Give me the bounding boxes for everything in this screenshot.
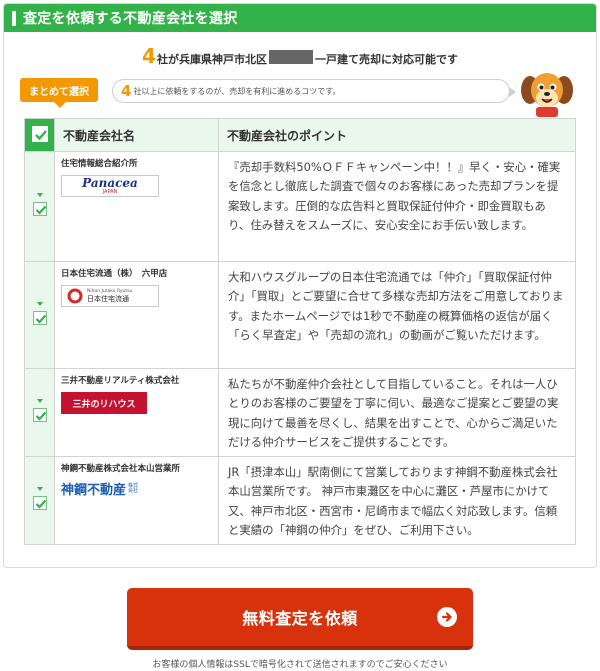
available-count: 4: [142, 44, 156, 68]
company-checkbox[interactable]: [32, 202, 47, 216]
caret-down-icon: [36, 301, 43, 306]
panel-header: 査定を依頼する不動産会社を選択: [4, 4, 596, 32]
company-logo: 三井のリハウス: [61, 392, 147, 414]
company-point: 『売却手数料50%ＯＦＦキャンペーン中！！』早く・安心・確実を信念とし徹底した調…: [218, 151, 576, 262]
column-header-point: 不動産会社のポイント: [218, 118, 576, 152]
request-appraisal-label: 無料査定を依頼: [242, 609, 358, 628]
caret-down-icon: [36, 193, 43, 197]
lead-text-after: 一戸建て売却に対応可能です: [314, 53, 458, 66]
caret-down-icon: [36, 399, 43, 404]
company-cell: 三井不動産リアルティ株式会社 三井のリハウス: [54, 367, 219, 458]
row-select-cell: [24, 456, 55, 546]
table-row: 神鋼不動産株式会社本山営業所 神鋼不動産 株式会社 JR「摂津本山」駅南側にて営…: [24, 456, 576, 546]
company-cell: 住宅情報総合紹介所 Panacea JAPAN: [54, 151, 219, 262]
table-row: 日本住宅流通（株） 六甲店 Nihon Jutaku Ryutsu 日本住宅流通…: [24, 261, 576, 369]
company-logo: 神鋼不動産 株式会社: [61, 479, 213, 498]
tip-bubble: 4 社以上に依頼をするのが、売却を有利に進めるコツです。: [112, 79, 516, 103]
header-bar-accent: [12, 10, 16, 26]
table-row: 住宅情報総合紹介所 Panacea JAPAN 『売却手数料50%ＯＦＦキャンペ…: [24, 151, 576, 262]
logo-subtext: 株式会社: [128, 482, 139, 494]
logo-text: 日本住宅流通: [87, 294, 129, 303]
tip-count: 4: [121, 82, 132, 100]
redacted-area: [268, 50, 313, 64]
row-select-cell: [24, 367, 55, 458]
company-checkbox[interactable]: [32, 408, 47, 423]
company-logo: Panacea JAPAN: [61, 175, 159, 197]
company-name: 神鋼不動産株式会社本山営業所: [61, 464, 181, 475]
company-name: 三井不動産リアルティ株式会社: [61, 376, 180, 386]
request-appraisal-button[interactable]: 無料査定を依頼: [127, 588, 473, 650]
ssl-note: お客様の個人情報はSSLで暗号化されて送信されますのでご安心ください: [152, 660, 448, 670]
row-select-cell: [24, 261, 55, 369]
arrow-right-circle-icon: [437, 607, 457, 627]
logo-text: 三井のリハウス: [72, 399, 136, 410]
company-point: 私たちが不動産仲介会社として目指していること。それは一人ひとりのお客様のご要望を…: [218, 367, 576, 458]
logo-text: Panacea: [82, 176, 138, 190]
company-checkbox[interactable]: [32, 310, 47, 325]
availability-lead: 4 社が兵庫県神戸市北区 一戸建て売却に対応可能です: [4, 44, 596, 68]
company-point: 大和ハウスグループの日本住宅流通では「仲介」「買取保証付仲介」「買取」とご要望に…: [218, 261, 576, 369]
company-name: 日本住宅流通（株） 六甲店: [61, 269, 168, 279]
lead-text-before: 社が兵庫県神戸市北区: [156, 53, 267, 66]
table-row: 三井不動産リアルティ株式会社 三井のリハウス 私たちが不動産仲介会社として目指し…: [24, 367, 576, 458]
select-all-cell: [24, 118, 55, 152]
company-checkbox[interactable]: [32, 496, 47, 511]
company-cell: 日本住宅流通（株） 六甲店 Nihon Jutaku Ryutsu 日本住宅流通: [54, 261, 219, 369]
dog-mascot-icon: [521, 73, 573, 117]
row-select-cell: [24, 151, 55, 262]
ring-logo-icon: [67, 288, 83, 304]
select-all-checkbox[interactable]: [31, 125, 48, 142]
logo-text: 神鋼不動産: [61, 483, 127, 499]
bulk-select-button[interactable]: まとめて選択: [20, 78, 98, 108]
company-table: 不動産会社名 不動産会社のポイント 住宅情報総合紹介所 Panacea JAPA…: [24, 118, 576, 546]
column-header-name: 不動産会社名: [54, 118, 219, 152]
caret-down-icon: [36, 487, 43, 492]
logo-subtext: JAPAN: [102, 189, 118, 195]
company-point: JR「摂津本山」駅南側にて営業しております神鋼不動産株式会社本山営業所です。 神…: [218, 456, 576, 546]
company-cell: 神鋼不動産株式会社本山営業所 神鋼不動産 株式会社: [54, 456, 219, 546]
tip-text: 社以上に依頼をするのが、売却を有利に進めるコツです。: [133, 86, 341, 96]
panel-title: 査定を依頼する不動産会社を選択: [23, 11, 238, 27]
company-name: 住宅情報総合紹介所: [61, 159, 138, 169]
company-logo: Nihon Jutaku Ryutsu 日本住宅流通: [61, 285, 159, 307]
